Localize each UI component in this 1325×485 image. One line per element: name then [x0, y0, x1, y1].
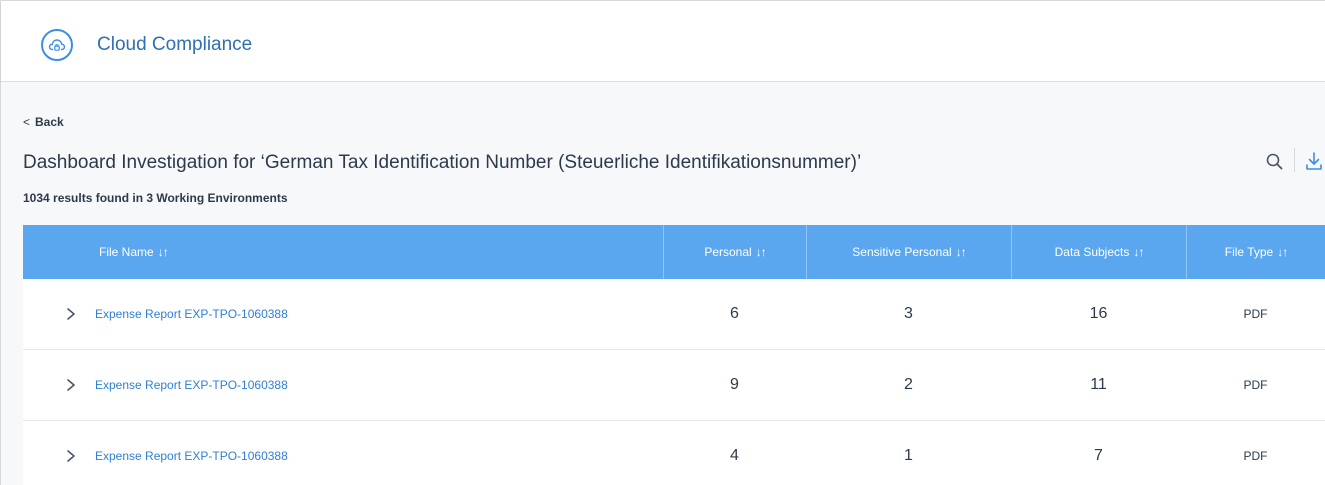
- file-type-value: PDF: [1243, 307, 1268, 321]
- sensitive-personal-cell: 3: [806, 279, 1011, 349]
- sort-icon[interactable]: ↓↑: [956, 245, 967, 259]
- table-row: Expense Report EXP-TPO-1060388 9 2 11 PD…: [23, 350, 1325, 421]
- file-type-cell: PDF: [1186, 350, 1325, 420]
- file-name-cell: Expense Report EXP-TPO-1060388: [23, 421, 663, 485]
- chevron-right-icon[interactable]: [61, 375, 81, 395]
- sensitive-personal-count: 1: [904, 447, 913, 464]
- data-subjects-count: 7: [1094, 447, 1103, 464]
- app-title: Cloud Compliance: [97, 34, 253, 55]
- sensitive-personal-cell: 2: [806, 350, 1011, 420]
- top-bar: Cloud Compliance: [1, 1, 1325, 82]
- back-link[interactable]: < Back: [23, 115, 64, 129]
- table-header: File Name ↓↑ Personal ↓↑ Sensitive Perso…: [23, 225, 1325, 279]
- column-label: Sensitive Personal: [852, 245, 952, 259]
- column-label: Data Subjects: [1054, 245, 1130, 259]
- column-header-personal[interactable]: Personal ↓↑: [663, 225, 806, 279]
- file-name-link[interactable]: Expense Report EXP-TPO-1060388: [95, 378, 288, 392]
- column-label: File Type: [1224, 245, 1274, 259]
- toolbar-divider: [1294, 148, 1295, 172]
- chevron-left-icon: <: [23, 115, 31, 129]
- chevron-right-icon[interactable]: [61, 304, 81, 324]
- data-subjects-count: 16: [1089, 305, 1108, 322]
- personal-count: 6: [730, 305, 739, 322]
- file-name-link[interactable]: Expense Report EXP-TPO-1060388: [95, 307, 288, 321]
- column-header-data-subjects[interactable]: Data Subjects ↓↑: [1011, 225, 1186, 279]
- column-label: File Name: [99, 245, 154, 259]
- results-summary: 1034 results found in 3 Working Environm…: [23, 191, 288, 205]
- data-subjects-cell: 7: [1011, 421, 1186, 485]
- chevron-right-icon[interactable]: [61, 446, 81, 466]
- column-label: Personal: [704, 245, 752, 259]
- sensitive-personal-cell: 1: [806, 421, 1011, 485]
- file-name-cell: Expense Report EXP-TPO-1060388: [23, 279, 663, 349]
- file-type-value: PDF: [1243, 378, 1268, 392]
- file-type-value: PDF: [1243, 449, 1268, 463]
- cloud-lock-icon: [41, 29, 73, 61]
- personal-count: 4: [730, 447, 739, 464]
- sort-icon[interactable]: ↓↑: [756, 245, 767, 259]
- app-window: Cloud Compliance < Back Dashboard Investi…: [0, 0, 1325, 485]
- results-table: File Name ↓↑ Personal ↓↑ Sensitive Perso…: [23, 225, 1325, 485]
- main-content: < Back Dashboard Investigation for ‘Germa…: [1, 82, 1325, 485]
- back-label: Back: [35, 115, 64, 129]
- column-header-file-name[interactable]: File Name ↓↑: [23, 225, 663, 279]
- data-subjects-cell: 11: [1011, 350, 1186, 420]
- file-name-cell: Expense Report EXP-TPO-1060388: [23, 350, 663, 420]
- table-row: Expense Report EXP-TPO-1060388 6 3 16 PD…: [23, 279, 1325, 350]
- data-subjects-count: 11: [1090, 376, 1107, 393]
- data-subjects-cell: 16: [1011, 279, 1186, 349]
- sensitive-personal-count: 2: [904, 376, 913, 393]
- file-type-cell: PDF: [1186, 279, 1325, 349]
- sort-icon[interactable]: ↓↑: [158, 245, 169, 259]
- download-icon[interactable]: [1304, 150, 1324, 172]
- column-header-file-type[interactable]: File Type ↓↑: [1186, 225, 1325, 279]
- sort-icon[interactable]: ↓↑: [1277, 245, 1288, 259]
- search-icon[interactable]: [1264, 151, 1286, 173]
- personal-cell: 6: [663, 279, 806, 349]
- personal-cell: 9: [663, 350, 806, 420]
- table-row: Expense Report EXP-TPO-1060388 4 1 7 PDF: [23, 421, 1325, 485]
- sensitive-personal-count: 3: [904, 305, 913, 322]
- column-header-sensitive-personal[interactable]: Sensitive Personal ↓↑: [806, 225, 1011, 279]
- personal-cell: 4: [663, 421, 806, 485]
- personal-count: 9: [730, 376, 739, 393]
- page-title: Dashboard Investigation for ‘German Tax …: [23, 152, 862, 173]
- sort-icon[interactable]: ↓↑: [1133, 245, 1144, 259]
- file-name-link[interactable]: Expense Report EXP-TPO-1060388: [95, 449, 288, 463]
- file-type-cell: PDF: [1186, 421, 1325, 485]
